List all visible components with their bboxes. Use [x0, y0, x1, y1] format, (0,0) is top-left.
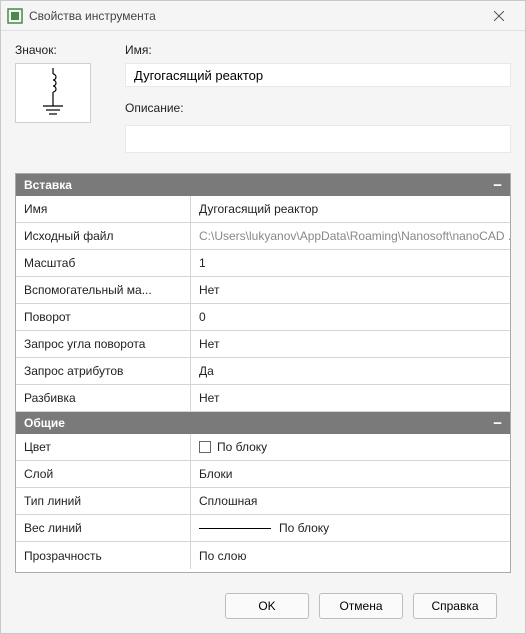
prop-label: Поворот	[16, 304, 191, 330]
cancel-button[interactable]: Отмена	[319, 593, 403, 619]
prop-row-linetype[interactable]: Тип линий Сплошная	[16, 488, 510, 515]
section-title-insert: Вставка	[24, 178, 72, 192]
prop-label: Вес линий	[16, 515, 191, 541]
prop-label: Запрос угла поворота	[16, 331, 191, 357]
prop-value[interactable]: Нет	[191, 277, 510, 303]
prop-value-text: По блоку	[279, 521, 329, 535]
prop-value[interactable]: Да	[191, 358, 510, 384]
prop-value[interactable]: Нет	[191, 331, 510, 357]
prop-value[interactable]: C:\Users\lukyanov\AppData\Roaming\Nanoso…	[191, 223, 510, 249]
prop-value[interactable]: Нет	[191, 385, 510, 411]
prop-row-source[interactable]: Исходный файл C:\Users\lukyanov\AppData\…	[16, 223, 510, 250]
icon-label: Значок:	[15, 43, 105, 57]
lineweight-sample-icon	[199, 528, 271, 529]
prop-row-color[interactable]: Цвет По блоку	[16, 434, 510, 461]
dialog-title: Свойства инструмента	[29, 9, 481, 23]
prop-value[interactable]: 0	[191, 304, 510, 330]
prop-label: Слой	[16, 461, 191, 487]
name-label: Имя:	[125, 43, 511, 57]
prop-value-color[interactable]: По блоку	[191, 434, 510, 460]
prop-value[interactable]: Сплошная	[191, 488, 510, 514]
prop-row-scale[interactable]: Масштаб 1	[16, 250, 510, 277]
description-input[interactable]	[125, 125, 511, 153]
prop-value-text: По блоку	[217, 440, 267, 454]
prop-label: Запрос атрибутов	[16, 358, 191, 384]
name-input[interactable]	[125, 63, 511, 87]
dialog-content: Значок: Имя: Описание:	[1, 31, 525, 633]
prop-value[interactable]: Дугогасящий реактор	[191, 196, 510, 222]
prop-row-name[interactable]: Имя Дугогасящий реактор	[16, 196, 510, 223]
color-swatch-icon	[199, 441, 211, 453]
prop-value[interactable]: 1	[191, 250, 510, 276]
tool-properties-dialog: Свойства инструмента Значок:	[0, 0, 526, 634]
section-header-general[interactable]: Общие −	[16, 412, 510, 434]
prop-label: Исходный файл	[16, 223, 191, 249]
properties-panel: Вставка − Имя Дугогасящий реактор Исходн…	[15, 173, 511, 573]
icon-preview[interactable]	[15, 63, 91, 123]
titlebar: Свойства инструмента	[1, 1, 525, 31]
icon-column: Значок:	[15, 43, 105, 153]
prop-label: Вспомогательный ма...	[16, 277, 191, 303]
prop-value-lineweight[interactable]: По блоку	[191, 515, 510, 541]
prop-row-layer[interactable]: Слой Блоки	[16, 461, 510, 488]
dialog-buttons: OK Отмена Справка	[15, 579, 511, 633]
prop-label: Тип линий	[16, 488, 191, 514]
prop-label: Имя	[16, 196, 191, 222]
section-title-general: Общие	[24, 416, 65, 430]
collapse-icon: −	[493, 178, 502, 193]
name-column: Имя: Описание:	[125, 43, 511, 153]
prop-label: Цвет	[16, 434, 191, 460]
top-row: Значок: Имя: Описание:	[15, 43, 511, 153]
prop-row-rotation[interactable]: Поворот 0	[16, 304, 510, 331]
prop-row-ask-rotation[interactable]: Запрос угла поворота Нет	[16, 331, 510, 358]
description-label: Описание:	[125, 101, 511, 115]
prop-label: Масштаб	[16, 250, 191, 276]
prop-row-lineweight[interactable]: Вес линий По блоку	[16, 515, 510, 542]
prop-label: Прозрачность	[16, 542, 191, 569]
prop-row-transparency[interactable]: Прозрачность По слою	[16, 542, 510, 569]
collapse-icon: −	[493, 416, 502, 431]
prop-label: Разбивка	[16, 385, 191, 411]
prop-value[interactable]: По слою	[191, 542, 510, 569]
prop-value[interactable]: Блоки	[191, 461, 510, 487]
prop-row-explode[interactable]: Разбивка Нет	[16, 385, 510, 412]
prop-row-aux-scale[interactable]: Вспомогательный ма... Нет	[16, 277, 510, 304]
ok-button[interactable]: OK	[225, 593, 309, 619]
prop-row-ask-attrs[interactable]: Запрос атрибутов Да	[16, 358, 510, 385]
app-icon	[7, 8, 23, 24]
help-button[interactable]: Справка	[413, 593, 497, 619]
section-header-insert[interactable]: Вставка −	[16, 174, 510, 196]
close-button[interactable]	[481, 4, 517, 28]
